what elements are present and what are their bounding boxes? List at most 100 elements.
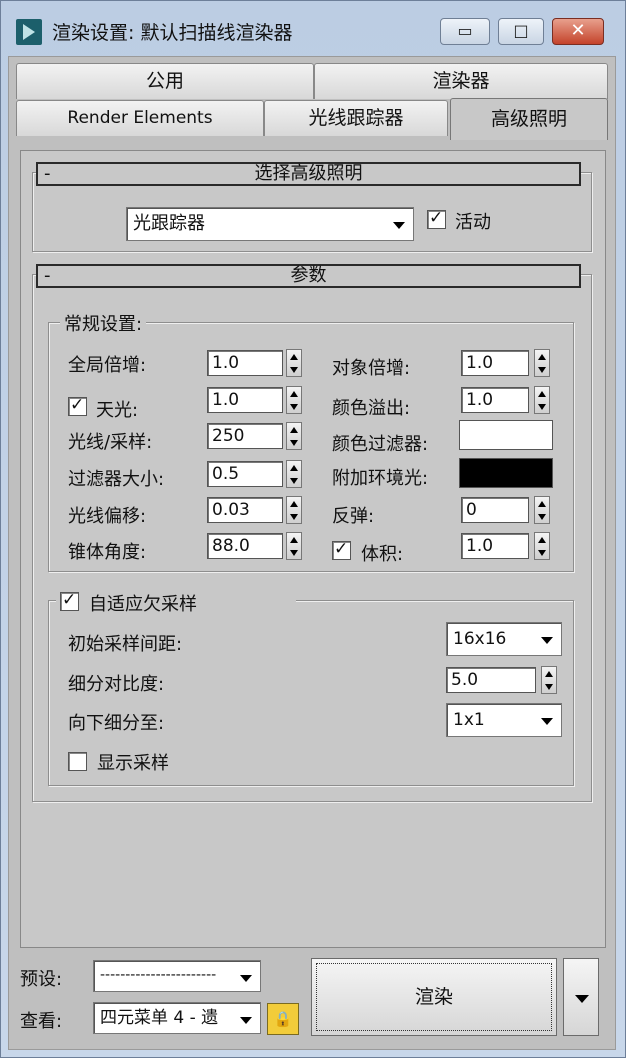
show-samples-label: 显示采样	[97, 753, 169, 774]
color-filter-swatch[interactable]	[459, 420, 553, 450]
spin-down-icon	[290, 440, 298, 446]
spin-up-icon	[538, 501, 546, 507]
rollout-title: 选择高级照明	[254, 163, 363, 184]
bounces-label: 反弹:	[332, 506, 375, 527]
spin-up-icon	[290, 465, 298, 471]
dropdown-value: 光跟踪器	[133, 213, 205, 234]
spin-down-icon	[538, 550, 546, 556]
volume-checkbox[interactable]: ✓	[332, 539, 351, 560]
filter-size-input[interactable]: 0.5	[207, 461, 283, 487]
rays-per-sample-input[interactable]: 250	[207, 423, 283, 449]
tab-label: 光线跟踪器	[308, 107, 404, 129]
checkmark-icon: ✓	[62, 590, 77, 610]
color-bleed-spinner[interactable]	[534, 386, 550, 414]
color-bleed-label: 颜色溢出:	[332, 398, 411, 419]
tab-renderer[interactable]: 渲染器	[314, 63, 608, 99]
volume-spinner[interactable]	[534, 532, 550, 560]
color-bleed-input[interactable]: 1.0	[461, 387, 529, 413]
spin-up-icon	[538, 391, 546, 397]
spin-down-icon	[538, 514, 546, 520]
close-button[interactable]: ✕	[552, 18, 604, 45]
chevron-down-icon	[541, 637, 553, 644]
chevron-down-icon	[575, 995, 589, 1003]
tab-label: 公用	[145, 70, 184, 92]
cone-angle-spinner[interactable]	[286, 532, 302, 560]
app-icon	[16, 19, 42, 45]
global-multiplier-spinner[interactable]	[286, 349, 302, 377]
view-dropdown[interactable]: 四元菜单 4 - 遗	[93, 1002, 261, 1034]
checkmark-icon: ✓	[70, 395, 85, 415]
skylight-input[interactable]: 1.0	[207, 387, 283, 413]
skylight-checkbox[interactable]: ✓	[68, 395, 87, 416]
ray-bias-spinner[interactable]	[286, 496, 302, 524]
subdiv-contrast-label: 细分对比度:	[68, 674, 165, 695]
spin-down-icon	[290, 514, 298, 520]
spin-up-icon	[290, 537, 298, 543]
spin-down-icon	[290, 478, 298, 484]
lighting-plugin-dropdown[interactable]: 光跟踪器	[126, 207, 414, 241]
spin-up-icon	[545, 671, 553, 677]
collapse-icon: -	[44, 265, 51, 286]
lock-view-button[interactable]: 🔒	[267, 1003, 299, 1035]
global-multiplier-input[interactable]: 1.0	[207, 350, 283, 376]
chevron-down-icon	[393, 222, 405, 229]
spin-down-icon	[538, 404, 546, 410]
rays-per-sample-spinner[interactable]	[286, 422, 302, 450]
spin-down-icon	[545, 684, 553, 690]
render-label: 渲染	[414, 986, 453, 1008]
extra-ambient-swatch[interactable]	[459, 458, 553, 488]
object-multiplier-input[interactable]: 1.0	[461, 350, 529, 376]
maximize-button[interactable]: □	[498, 18, 544, 45]
select-lighting-header[interactable]: - 选择高级照明	[36, 162, 581, 186]
subdiv-contrast-input[interactable]: 5.0	[446, 667, 536, 693]
skylight-label: 天光:	[96, 400, 139, 421]
filter-size-spinner[interactable]	[286, 460, 302, 488]
dropdown-value: 四元菜单 4 - 遗	[100, 1008, 219, 1028]
spin-down-icon	[290, 367, 298, 373]
bounces-spinner[interactable]	[534, 496, 550, 524]
chevron-down-icon	[240, 1017, 252, 1024]
volume-input[interactable]: 1.0	[461, 533, 529, 559]
bounces-input[interactable]: 0	[461, 497, 529, 523]
ray-bias-input[interactable]: 0.03	[207, 497, 283, 523]
params-header[interactable]: - 参数	[36, 264, 581, 288]
tab-render-elements[interactable]: Render Elements	[16, 100, 264, 136]
minimize-icon: ▭	[457, 21, 473, 40]
filter-size-label: 过滤器大小:	[68, 469, 165, 490]
dropdown-value: 1x1	[453, 710, 485, 730]
adaptive-undersampling-checkbox[interactable]: ✓	[60, 590, 79, 611]
ray-bias-label: 光线偏移:	[68, 506, 147, 527]
render-button[interactable]: 渲染	[311, 958, 557, 1036]
skylight-spinner[interactable]	[286, 386, 302, 414]
rays-per-sample-label: 光线/采样:	[68, 432, 153, 453]
spin-up-icon	[538, 537, 546, 543]
close-icon: ✕	[570, 20, 586, 41]
tab-common[interactable]: 公用	[16, 63, 314, 99]
color-filter-label: 颜色过滤器:	[332, 434, 429, 455]
subdivide-down-dropdown[interactable]: 1x1	[446, 703, 562, 737]
spin-down-icon	[538, 367, 546, 373]
active-checkbox[interactable]: ✓	[427, 208, 446, 229]
spin-up-icon	[290, 354, 298, 360]
global-multiplier-label: 全局倍增:	[68, 355, 147, 376]
initial-spacing-dropdown[interactable]: 16x16	[446, 622, 562, 656]
cone-angle-input[interactable]: 88.0	[207, 533, 283, 559]
extra-ambient-label: 附加环境光:	[332, 468, 429, 489]
tab-advanced-lighting[interactable]: 高级照明	[450, 98, 608, 140]
preset-dropdown[interactable]: -----------------------	[93, 960, 261, 992]
render-options-button[interactable]	[563, 958, 599, 1036]
subdivide-down-label: 向下细分至:	[68, 713, 165, 734]
subdiv-contrast-spinner[interactable]	[541, 666, 557, 694]
active-label: 活动	[455, 212, 491, 233]
general-settings-label: 常规设置:	[60, 310, 147, 336]
tab-raytracer[interactable]: 光线跟踪器	[264, 100, 448, 136]
spin-up-icon	[538, 354, 546, 360]
minimize-button[interactable]: ▭	[440, 18, 490, 45]
window-title: 渲染设置: 默认扫描线渲染器	[52, 22, 293, 44]
spin-up-icon	[290, 501, 298, 507]
tab-label: 高级照明	[490, 108, 567, 130]
show-samples-checkbox[interactable]	[68, 752, 87, 771]
object-multiplier-spinner[interactable]	[534, 349, 550, 377]
view-label: 查看:	[20, 1011, 63, 1032]
preset-label: 预设:	[20, 969, 63, 990]
